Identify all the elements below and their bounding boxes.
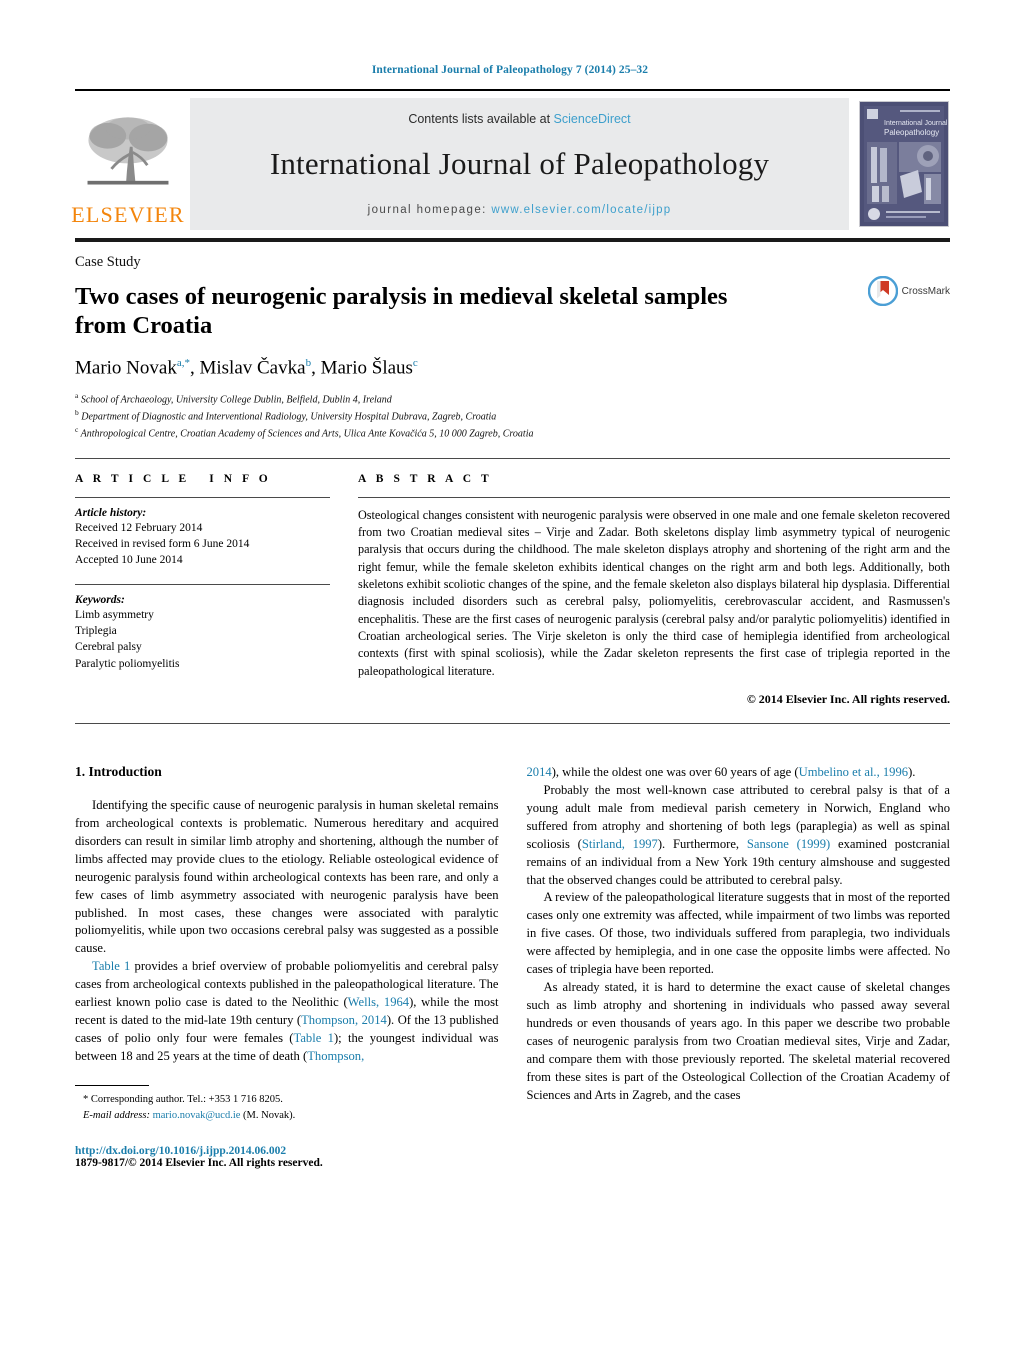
running-head: International Journal of Paleopathology … — [371, 64, 649, 76]
keyword-item: Triplegia — [75, 624, 117, 637]
keywords-rule — [75, 583, 330, 585]
article-history-item: Accepted 10 June 2014 — [75, 554, 183, 567]
keyword-item: Paralytic poliomyelitis — [75, 657, 180, 670]
email-note: E-mail address: mario.novak@ucd.ie (M. N… — [75, 1108, 499, 1124]
affiliation-item: a School of Archaeology, University Coll… — [75, 391, 392, 406]
doi-link[interactable]: http://dx.doi.org/10.1016/j.ijpp.2014.06… — [75, 1145, 499, 1157]
footnote-rule — [75, 1084, 149, 1086]
email-suffix: (M. Novak). — [240, 1109, 296, 1121]
contents-prefix: Contents lists available at — [408, 112, 554, 126]
body-columns: 1. Introduction Identifying the specific… — [75, 763, 951, 1170]
journal-title: International Journal of Paleopathology — [269, 146, 770, 181]
citation-link[interactable]: Table 1 — [92, 959, 130, 973]
affiliation-list: a School of Archaeology, University Coll… — [75, 391, 950, 441]
abstract-text: Osteological changes consistent with neu… — [358, 507, 950, 678]
elsevier-tree-icon — [87, 117, 169, 185]
citation-link[interactable]: Sansone (1999) — [747, 837, 830, 851]
elsevier-wordmark: ELSEVIER — [71, 202, 185, 227]
email-label: E-mail address: — [83, 1109, 150, 1121]
info-bottom-rule — [75, 722, 950, 724]
keyword-item: Cerebral palsy — [75, 641, 142, 654]
article-history-item: Received in revised form 6 June 2014 — [75, 537, 250, 550]
corresponding-author-note: * Corresponding author. Tel.: +353 1 716… — [83, 1093, 283, 1105]
article-info-heading: A R T I C L E I N F O — [75, 472, 272, 485]
abstract-rule — [358, 496, 950, 498]
article-history-item: Received 12 February 2014 — [75, 521, 203, 534]
citation-link[interactable]: Thompson, 2014 — [301, 1013, 387, 1027]
keyword-item: Limb asymmetry — [75, 608, 154, 621]
affiliation-item: c Anthropological Centre, Croatian Acade… — [75, 424, 534, 440]
body-left-column: 1. Introduction Identifying the specific… — [75, 763, 499, 1169]
doi-block: http://dx.doi.org/10.1016/j.ijpp.2014.06… — [75, 1145, 499, 1169]
svg-text:International Journal of: International Journal of — [884, 120, 949, 127]
author-list: Mario Novaka,*, Mislav Čavkab, Mario Šla… — [75, 356, 418, 379]
crossmark-label: CrossMark — [901, 285, 950, 297]
keywords-label: Keywords: — [75, 593, 125, 606]
paper-page: International Journal of Paleopathology … — [0, 0, 1020, 1351]
paragraph-right-3: A review of the paleopathological litera… — [526, 890, 951, 977]
paragraph-intro-2: Table 1 provides a brief overview of pro… — [75, 959, 499, 1064]
citation-link[interactable]: 2014 — [527, 765, 552, 779]
paragraph-right-4: As already stated, it is hard to determi… — [526, 980, 951, 1102]
sciencedirect-link[interactable]: ScienceDirect — [554, 112, 631, 126]
journal-cover-image: International Journal of Paleopathology — [859, 101, 949, 227]
abstract-copyright: © 2014 Elsevier Inc. All rights reserved… — [746, 691, 950, 706]
citation-link[interactable]: Stirland, 1997 — [582, 837, 658, 851]
citation-link[interactable]: Thompson, — [307, 1049, 364, 1063]
crossmark-icon — [867, 276, 898, 306]
footnote-block: * Corresponding author. Tel.: +353 1 716… — [75, 1084, 499, 1124]
body-right-column: 2014), while the oldest one was over 60 … — [527, 764, 951, 1170]
paragraph-intro-1: Identifying the specific cause of neurog… — [75, 797, 499, 956]
article-info-column: A R T I C L E I N F O Article history: R… — [75, 473, 330, 707]
journal-masthead: ELSEVIER Contents lists available at Sci… — [71, 89, 950, 230]
masthead-bottom-rule — [75, 238, 950, 242]
section-heading-introduction: 1. Introduction — [75, 763, 162, 779]
page-title: Two cases of neurogenic paralysis in med… — [75, 283, 728, 339]
homepage-prefix: journal homepage: — [367, 204, 492, 216]
citation-link[interactable]: Table 1 — [294, 1031, 334, 1045]
crossmark-badge[interactable]: CrossMark — [867, 276, 950, 306]
elsevier-logo: ELSEVIER — [71, 98, 184, 230]
article-history-label: Article history: — [75, 506, 147, 519]
homepage-url-link[interactable]: www.elsevier.com/locate/ijpp — [491, 204, 671, 216]
svg-text:Paleopathology: Paleopathology — [884, 128, 939, 137]
article-header: Case Study Two cases of neurogenic paral… — [75, 254, 950, 442]
abstract-heading: A B S T R A C T — [358, 472, 493, 485]
paragraph-right-2: Probably the most well-known case attrib… — [526, 782, 951, 887]
masthead-center: Contents lists available at ScienceDirec… — [190, 98, 849, 230]
email-link[interactable]: mario.novak@ucd.ie — [153, 1110, 241, 1121]
keywords-list: Limb asymmetry Triplegia Cerebral palsy Par… — [75, 607, 330, 672]
info-abstract-row: A R T I C L E I N F O Article history: R… — [75, 459, 950, 707]
citation-link[interactable]: Wells, 1964 — [348, 995, 409, 1009]
paragraph-right-1: 2014), while the oldest one was over 60 … — [526, 764, 916, 779]
affiliation-item: b Department of Diagnostic and Intervent… — [75, 407, 497, 423]
citation-link[interactable]: Umbelino et al., 1996 — [799, 765, 908, 779]
article-history-list: Received 12 February 2014 Received in rev… — [75, 520, 330, 569]
issn-copyright-line: 1879-9817/© 2014 Elsevier Inc. All right… — [75, 1157, 323, 1170]
contents-available-line: Contents lists available at ScienceDirec… — [408, 112, 630, 126]
article-type: Case Study — [75, 254, 141, 270]
abstract-column: A B S T R A C T Osteological changes con… — [358, 473, 950, 707]
info-rule — [75, 496, 330, 498]
journal-homepage-line: journal homepage: www.elsevier.com/locat… — [368, 204, 672, 216]
journal-cover-thumbnail: International Journal of Paleopathology — [858, 98, 950, 230]
